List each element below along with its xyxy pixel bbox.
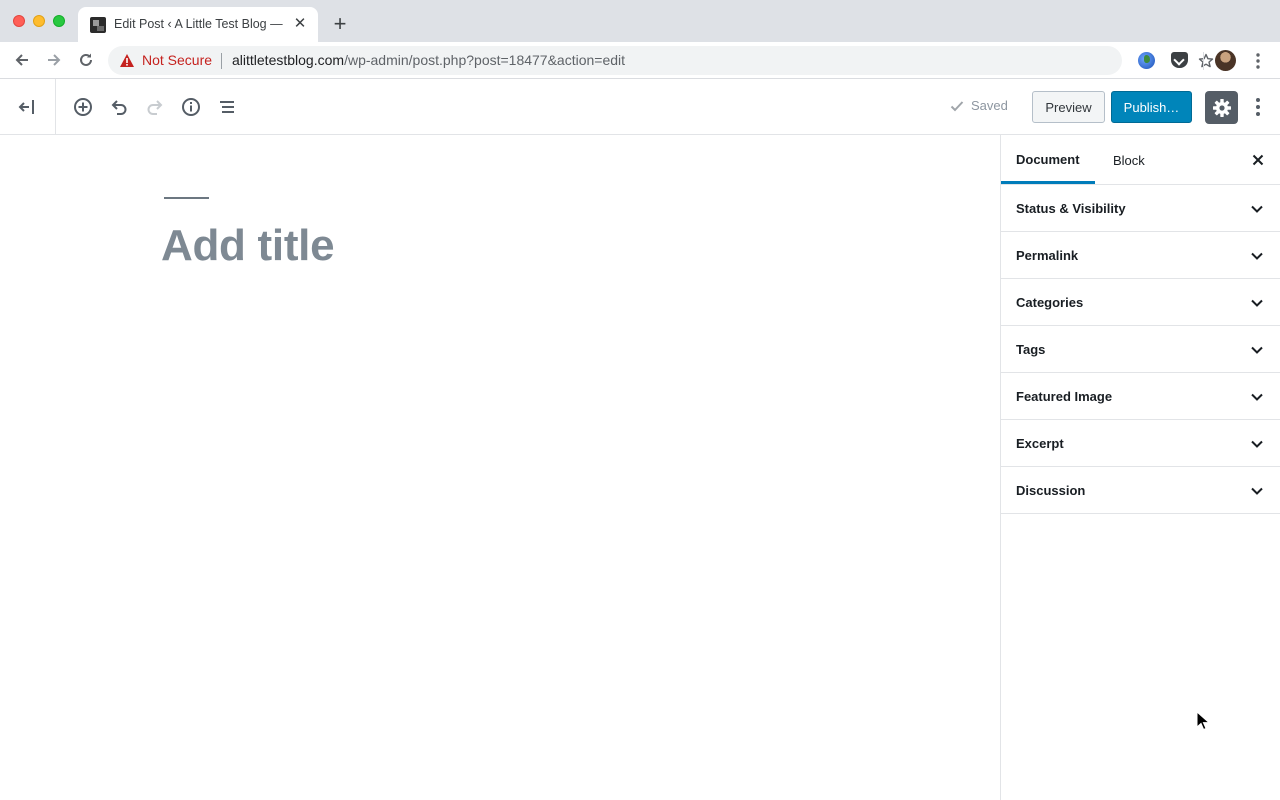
panel-title: Categories [1016,295,1084,310]
panel-excerpt[interactable]: Excerpt [1001,420,1280,467]
tab-block[interactable]: Block [1098,135,1160,185]
save-status: Saved [950,98,1008,113]
reload-icon[interactable] [76,50,96,70]
header-separator [55,79,56,135]
browser-tab-active[interactable]: Edit Post ‹ A Little Test Blog — ✕ [78,7,318,42]
panel-title: Status & Visibility [1016,201,1126,216]
chevron-down-icon [1251,346,1263,354]
url-path: /wp-admin/post.php?post=18477&action=edi… [344,52,626,68]
window-close-button[interactable] [13,15,25,27]
info-icon[interactable] [179,95,203,119]
extension-pocket-icon[interactable] [1171,52,1188,68]
warning-triangle-icon [120,54,134,67]
close-sidebar-icon[interactable] [1250,152,1266,168]
mouse-cursor-icon [1196,711,1210,731]
panel-featured-image[interactable]: Featured Image [1001,373,1280,420]
editor-header: Saved Preview Publish… [0,79,1280,135]
panel-categories[interactable]: Categories [1001,279,1280,326]
panel-title: Tags [1016,342,1046,357]
panel-title: Permalink [1016,248,1079,263]
toolbar-separator [1203,52,1204,70]
add-block-icon[interactable] [71,95,95,119]
forward-arrow-icon[interactable] [44,50,64,70]
post-title-input[interactable]: Add title [161,221,335,271]
chevron-down-icon [1251,252,1263,260]
browser-tab-strip: Edit Post ‹ A Little Test Blog — ✕ + [0,0,1280,42]
site-favicon-icon [90,17,106,33]
tab-title: Edit Post ‹ A Little Test Blog — [114,17,283,31]
save-status-label: Saved [971,98,1008,113]
extension-globe-icon[interactable] [1138,52,1155,69]
gear-icon [1212,98,1231,117]
settings-button[interactable] [1205,91,1238,124]
window-zoom-button[interactable] [53,15,65,27]
checkmark-icon [950,100,964,111]
panel-permalink[interactable]: Permalink [1001,232,1280,279]
not-secure-label[interactable]: Not Secure [142,52,212,68]
chevron-down-icon [1251,487,1263,495]
url-text[interactable]: alittletestblog.com/wp-admin/post.php?po… [232,52,625,68]
tab-document[interactable]: Document [1001,135,1095,184]
panel-discussion[interactable]: Discussion [1001,467,1280,514]
browser-toolbar: Not Secure alittletestblog.com/wp-admin/… [0,42,1280,79]
chevron-down-icon [1251,299,1263,307]
chevron-down-icon [1251,440,1263,448]
address-bar[interactable]: Not Secure alittletestblog.com/wp-admin/… [108,46,1214,75]
editor-canvas: Add title [0,135,1000,800]
preview-button[interactable]: Preview [1032,91,1105,123]
back-arrow-icon[interactable] [12,50,32,70]
back-to-posts-icon[interactable] [14,95,38,119]
undo-icon[interactable] [107,95,131,119]
bookmark-star-icon[interactable] [1198,53,1214,69]
block-navigation-icon[interactable] [215,95,239,119]
chevron-down-icon [1251,205,1263,213]
publish-button[interactable]: Publish… [1111,91,1192,123]
close-tab-icon[interactable]: ✕ [292,16,308,32]
panel-status-visibility[interactable]: Status & Visibility [1001,185,1280,232]
browser-menu-icon[interactable] [1252,51,1264,71]
panel-title: Featured Image [1016,389,1113,404]
chevron-down-icon [1251,393,1263,401]
url-host: alittletestblog.com [232,52,345,68]
redo-icon[interactable] [143,95,167,119]
sidebar-tabs: Document Block [1001,135,1280,185]
more-tools-icon[interactable] [1248,95,1268,119]
panel-tags[interactable]: Tags [1001,326,1280,373]
panel-title: Excerpt [1016,436,1064,451]
panel-title: Discussion [1016,483,1086,498]
omnibox-separator [221,53,222,69]
settings-sidebar: Document Block Status & Visibility Perma… [1000,135,1280,800]
profile-avatar[interactable] [1215,50,1236,71]
window-minimize-button[interactable] [33,15,45,27]
new-tab-button[interactable]: + [330,13,350,35]
title-separator [164,197,209,199]
